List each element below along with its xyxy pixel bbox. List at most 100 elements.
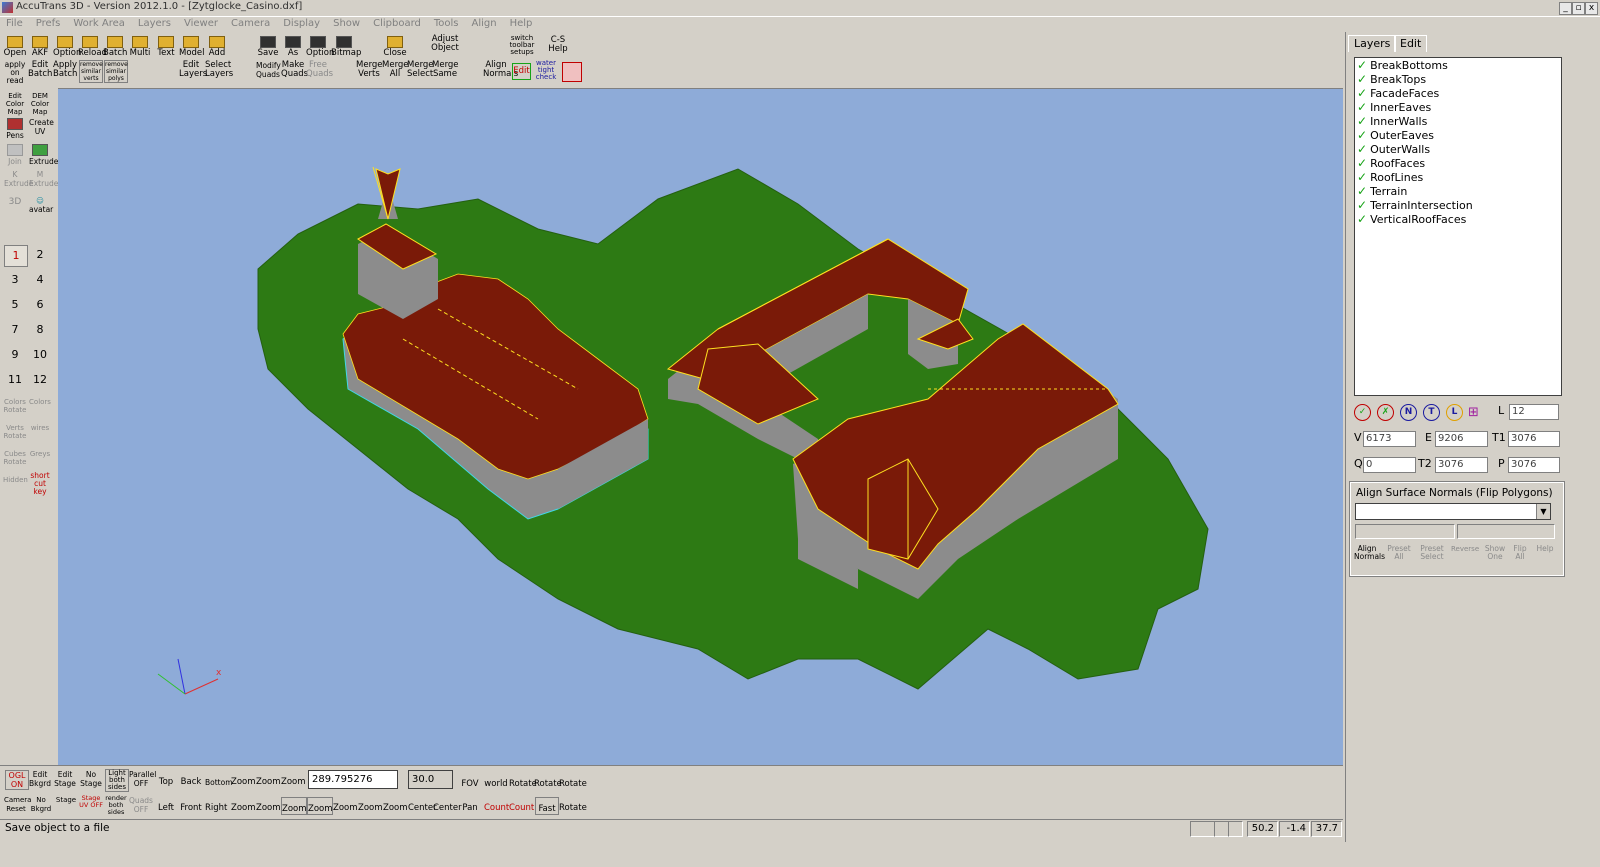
minimize-button[interactable]: _ [1559,2,1572,15]
restore-button[interactable]: ▫ [1572,2,1585,15]
menu-file[interactable]: File [6,17,23,31]
menu-camera[interactable]: Camera [231,17,270,31]
menu-show[interactable]: Show [333,17,360,31]
zoom-4-button[interactable]: Zoom [231,804,256,813]
shortcut-key-button[interactable]: short cut key [28,472,52,496]
colors-button[interactable]: Colors [28,398,52,406]
layer-item[interactable]: ✓ Terrain [1355,184,1561,198]
zoom-5-button[interactable]: Zoom [256,804,281,813]
stage-uv-off-button[interactable]: Stage UV OFF [79,795,103,809]
rotate-button[interactable]: Rotate [559,804,587,813]
layer-item[interactable]: ✓ RoofLines [1355,170,1561,184]
preset-all-button[interactable]: Preset All [1386,545,1412,561]
world-button[interactable]: world [484,780,508,789]
cubes-rotate-button[interactable]: Cubes Rotate [3,450,27,466]
pan-button[interactable]: Pan [459,804,481,813]
menu-help[interactable]: Help [510,17,533,31]
show-one-button[interactable]: Show One [1482,545,1508,561]
merge-verts-button[interactable]: Merge Verts [356,61,383,79]
zoom-a-button[interactable]: Zoom [307,797,333,815]
adjust-object-button[interactable]: Adjust Object [430,35,460,53]
view-2-button[interactable]: 2 [29,245,51,265]
reload-button[interactable]: Reload [78,36,107,58]
edit-batch-button[interactable]: Edit Batch [28,61,52,79]
layer-item[interactable]: ✓ FacadeFaces [1355,86,1561,100]
save-as-button[interactable]: As [281,36,305,58]
zoom-6-button[interactable]: Zoom [281,797,307,815]
t-button[interactable]: T [1423,404,1440,421]
menu-clipboard[interactable]: Clipboard [373,17,421,31]
rotate-z-button[interactable]: Rotate [559,780,587,789]
select-layers-button[interactable]: Select Layers [205,61,233,79]
menu-display[interactable]: Display [283,17,320,31]
edit-color-map-button[interactable]: Edit Color Map [4,92,26,116]
menu-layers[interactable]: Layers [138,17,171,31]
edit-layers-button[interactable]: Edit Layers [179,61,207,79]
edit-button[interactable]: Edit [512,63,531,80]
join-button[interactable]: Join [4,144,26,166]
camera-reset-button[interactable]: Camera Reset [4,796,31,814]
reverse-button[interactable]: Reverse [1451,545,1479,553]
extrude-button[interactable]: Extrude [29,144,58,166]
menu-viewer[interactable]: Viewer [184,17,218,31]
ogl-on-button[interactable]: OGL ON [5,770,29,790]
view-5-button[interactable]: 5 [4,295,26,315]
akf-button[interactable]: AKF [28,36,52,58]
verts-rotate-button[interactable]: Verts Rotate [3,424,27,440]
view-left-button[interactable]: Left [155,804,177,813]
tree-icon[interactable]: ⊞ [1468,405,1484,420]
preset-select-button[interactable]: Preset Select [1418,545,1446,561]
pens-button[interactable]: Pens [4,118,26,140]
open-button[interactable]: Open [3,36,27,58]
layer-list[interactable]: ✓ BreakBottoms ✓ BreakTops ✓ FacadeFaces ✓ I… [1354,57,1562,396]
view-11-button[interactable]: 11 [4,370,26,390]
merge-all-button[interactable]: Merge All [382,61,409,79]
view-1-button[interactable]: 1 [4,245,28,267]
text-button[interactable]: Text [154,36,178,58]
l-field[interactable]: 12 [1509,404,1559,420]
view-8-button[interactable]: 8 [29,320,51,340]
zoom-1-button[interactable]: Zoom [231,778,256,787]
no-bkgrd-button[interactable]: No Bkgrd [29,796,53,814]
zoom-out-button[interactable]: Zoom [358,804,383,813]
add-button[interactable]: Add [205,36,229,58]
menu-tools[interactable]: Tools [434,17,459,31]
rotate-y-button[interactable]: Rotate [534,780,562,789]
edit-stage-button[interactable]: Edit Stage [53,770,77,788]
e-field[interactable]: 9206 [1435,431,1488,447]
center-x-button[interactable]: Center [408,804,437,813]
bitmap-button[interactable]: Bitmap [331,36,361,58]
view-3-button[interactable]: 3 [4,270,26,290]
switch-toolbar-button[interactable]: switch toolbar setups [508,35,536,56]
open-option-button[interactable]: Option [53,36,81,58]
view-back-button[interactable]: Back [180,778,202,787]
zoom-2-button[interactable]: Zoom [256,778,281,787]
align-normals-action[interactable]: Align Normals [1354,545,1385,561]
create-uv-button[interactable]: Create UV [29,118,54,136]
t1-field[interactable]: 3076 [1508,431,1560,447]
l-button[interactable]: L [1446,404,1463,421]
make-quads-button[interactable]: Make Quads [281,61,308,79]
center-count-button[interactable]: Count [509,804,534,813]
m-extrude-button[interactable]: M Extrude [29,170,58,188]
merge-same-button[interactable]: Merge Same [432,61,459,79]
menu-align[interactable]: Align [472,17,497,31]
colors-rotate-button[interactable]: Colors Rotate [3,398,27,414]
layer-item[interactable]: ✓ OuterWalls [1355,142,1561,156]
help-button[interactable]: Help [1534,545,1556,553]
no-water-tight-icon[interactable] [562,62,582,82]
view-9-button[interactable]: 9 [4,345,26,365]
avatar-button[interactable]: ☺ avatar [29,196,53,214]
layer-item[interactable]: ✓ InnerEaves [1355,100,1561,114]
menu-prefs[interactable]: Prefs [36,17,61,31]
p-field[interactable]: 3076 [1508,457,1560,473]
view-10-button[interactable]: 10 [29,345,51,365]
t2-field[interactable]: 3076 [1435,457,1488,473]
align-field-1[interactable] [1355,524,1455,539]
align-field-2[interactable] [1457,524,1555,539]
tab-edit[interactable]: Edit [1394,35,1428,52]
zoom-3-button[interactable]: Zoom [281,778,306,787]
multi-button[interactable]: Multi [128,36,152,58]
n-button[interactable]: N [1400,404,1417,421]
view-4-button[interactable]: 4 [29,270,51,290]
